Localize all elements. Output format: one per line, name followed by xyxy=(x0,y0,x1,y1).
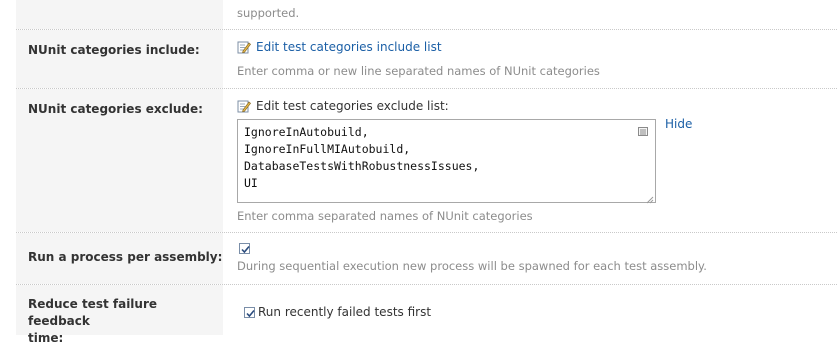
edit-pencil-icon xyxy=(237,99,251,113)
resize-grip-icon[interactable] xyxy=(646,193,654,204)
hide-editor-link[interactable]: Hide xyxy=(665,117,692,131)
reduce-feedback-label: Reduce test failure feedback time: xyxy=(28,296,223,347)
process-per-assembly-checkbox[interactable] xyxy=(239,243,250,254)
edit-exclude-list-label: Edit test categories exclude list: xyxy=(256,99,449,113)
categories-exclude-label: NUnit categories exclude: xyxy=(28,102,203,116)
categories-include-edit[interactable]: Edit test categories include list xyxy=(237,40,442,54)
run-failed-first-checkbox[interactable] xyxy=(244,307,255,318)
categories-exclude-edit-header: Edit test categories exclude list: xyxy=(237,99,449,113)
label-cell: NUnit categories include: xyxy=(16,30,223,88)
reduce-feedback-label-line2: time: xyxy=(28,331,64,345)
reduce-feedback-label-line1: Reduce test failure feedback xyxy=(28,297,158,328)
previous-hint: supported. xyxy=(237,6,300,20)
checkmark-icon xyxy=(246,309,255,318)
settings-row-categories-include: NUnit categories include: Edit test cate… xyxy=(16,30,837,89)
edit-include-list-link[interactable]: Edit test categories include list xyxy=(256,40,442,54)
process-per-assembly-label: Run a process per assembly: xyxy=(28,250,223,264)
settings-row-reduce-feedback: Reduce test failure feedback time: Run r… xyxy=(16,285,837,345)
settings-row-process-per-assembly: Run a process per assembly: During seque… xyxy=(16,233,837,285)
edit-pencil-icon xyxy=(237,40,251,54)
label-cell: NUnit categories exclude: xyxy=(16,89,223,232)
label-cell: Reduce test failure feedback time: xyxy=(16,285,223,345)
checkmark-icon xyxy=(241,245,250,254)
categories-exclude-hint: Enter comma separated names of NUnit cat… xyxy=(237,209,533,223)
build-runner-settings: supported. NUnit categories include: Edi… xyxy=(0,0,837,345)
settings-row-categories-exclude: NUnit categories exclude: Edit test cate… xyxy=(16,89,837,233)
categories-exclude-textarea[interactable]: IgnoreInAutobuild, IgnoreInFullMIAutobui… xyxy=(237,119,656,204)
process-per-assembly-hint: During sequential execution new process … xyxy=(237,259,707,273)
expand-editor-icon[interactable] xyxy=(638,125,648,136)
run-failed-first-label[interactable]: Run recently failed tests first xyxy=(258,305,431,319)
categories-exclude-value[interactable]: IgnoreInAutobuild, IgnoreInFullMIAutobui… xyxy=(244,124,479,192)
categories-include-hint: Enter comma or new line separated names … xyxy=(237,64,600,78)
label-cell: Run a process per assembly: xyxy=(16,233,223,284)
categories-include-label: NUnit categories include: xyxy=(28,43,200,57)
settings-row-previous: supported. xyxy=(16,0,837,30)
label-cell xyxy=(16,0,223,29)
